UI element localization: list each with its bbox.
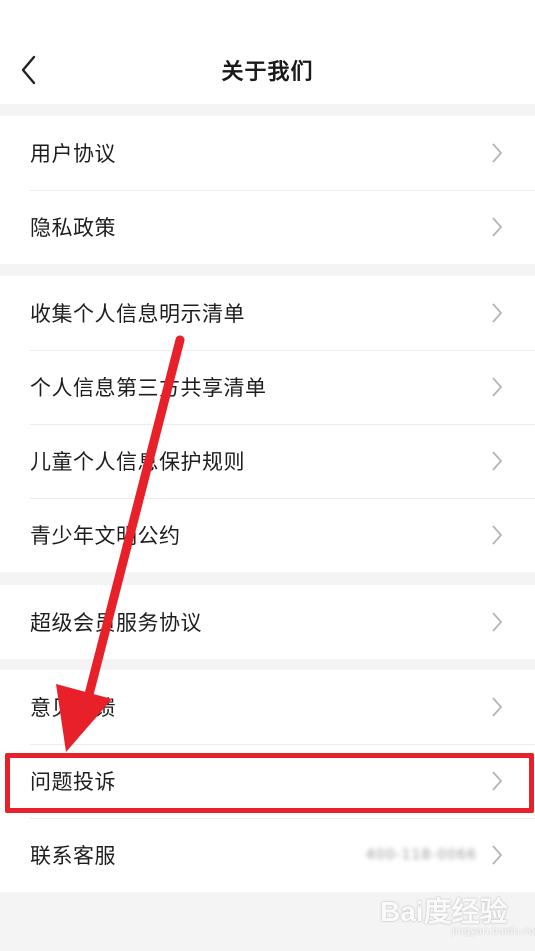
list-item-info-collection-list[interactable]: 收集个人信息明示清单 — [0, 276, 535, 350]
list-item-children-protection[interactable]: 儿童个人信息保护规则 — [0, 424, 535, 498]
list-item-label: 隐私政策 — [30, 216, 116, 240]
list-item-youth-convention[interactable]: 青少年文明公约 — [0, 498, 535, 572]
list-item-label: 超级会员服务协议 — [30, 611, 202, 635]
customer-service-phone: 400-118-0066 — [365, 847, 477, 863]
watermark-url: jingyan.baidu.com — [452, 926, 535, 937]
chevron-right-icon — [492, 217, 503, 237]
list-item-third-party-sharing[interactable]: 个人信息第三方共享清单 — [0, 350, 535, 424]
list-item-label: 青少年文明公约 — [30, 524, 181, 548]
chevron-right-icon — [492, 845, 503, 865]
app-header: 关于我们 — [0, 0, 535, 104]
watermark-brand: Bai度经验 — [380, 896, 508, 927]
list-item-customer-service[interactable]: 联系客服 400-118-0066 — [0, 818, 535, 892]
chevron-right-icon — [492, 377, 503, 397]
page-title: 关于我们 — [221, 60, 314, 85]
list-item-label: 问题投诉 — [30, 770, 116, 794]
list-item-label: 意见反馈 — [30, 696, 116, 720]
list-item-user-agreement[interactable]: 用户协议 — [0, 116, 535, 190]
list-item-privacy-policy[interactable]: 隐私政策 — [0, 190, 535, 264]
watermark: Bai度经验 jingyan.baidu.com — [380, 890, 535, 946]
list-item-label: 儿童个人信息保护规则 — [30, 450, 245, 474]
settings-group-membership: 超级会员服务协议 — [0, 585, 535, 659]
chevron-right-icon — [492, 771, 503, 791]
settings-group-personal-info: 收集个人信息明示清单 个人信息第三方共享清单 儿童个人信息保护规则 青少年文明公… — [0, 276, 535, 572]
list-item-label: 联系客服 — [30, 844, 116, 868]
settings-group-legal: 用户协议 隐私政策 — [0, 116, 535, 264]
chevron-right-icon — [492, 525, 503, 545]
list-item-complaint[interactable]: 问题投诉 — [0, 744, 535, 818]
list-item-label: 收集个人信息明示清单 — [30, 302, 245, 326]
list-item-label: 个人信息第三方共享清单 — [30, 376, 267, 400]
list-item-feedback[interactable]: 意见反馈 — [0, 670, 535, 744]
chevron-right-icon — [492, 451, 503, 471]
chevron-right-icon — [492, 612, 503, 632]
chevron-right-icon — [492, 697, 503, 717]
chevron-right-icon — [492, 143, 503, 163]
settings-group-support: 意见反馈 问题投诉 联系客服 400-118-0066 — [0, 670, 535, 892]
list-item-label: 用户协议 — [30, 142, 116, 166]
list-item-vip-agreement[interactable]: 超级会员服务协议 — [0, 585, 535, 659]
chevron-right-icon — [492, 303, 503, 323]
